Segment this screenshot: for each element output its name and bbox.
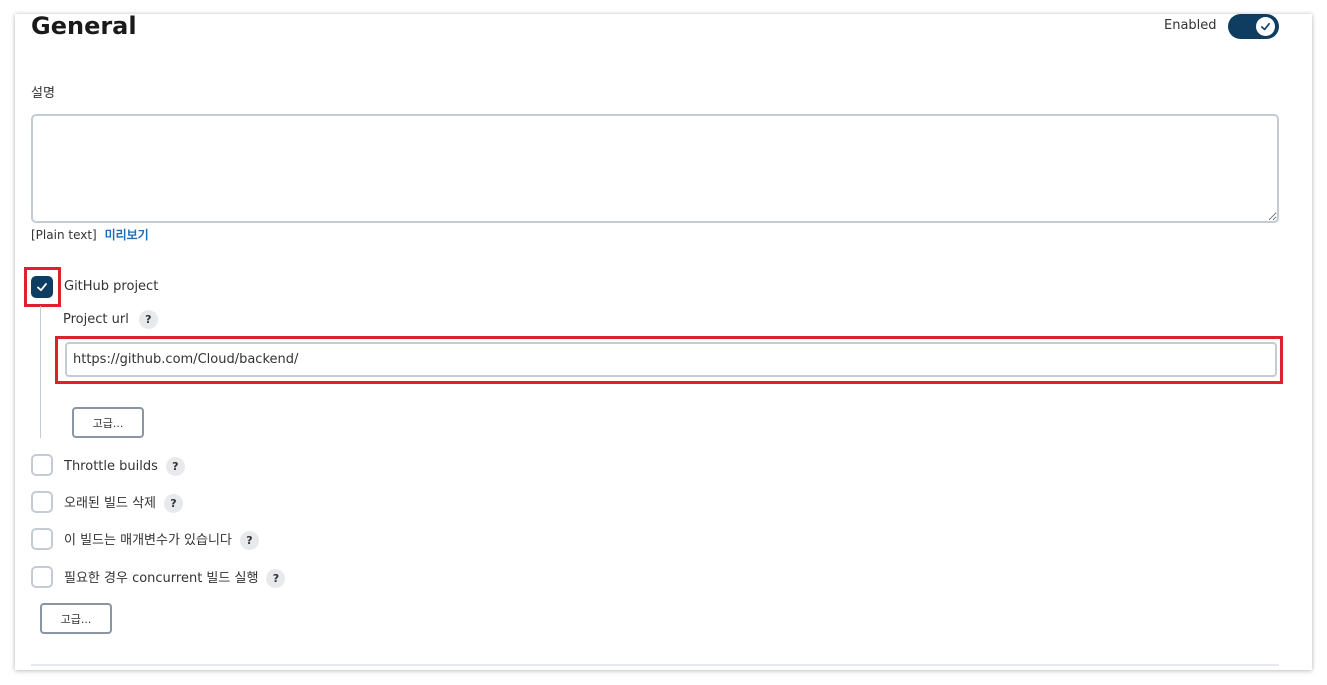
github-project-label[interactable]: GitHub project: [64, 279, 158, 295]
concurrent-builds-label[interactable]: 필요한 경우 concurrent 빌드 실행: [64, 571, 258, 586]
help-icon[interactable]: ?: [266, 569, 286, 588]
preview-link[interactable]: 미리보기: [105, 228, 149, 242]
parameterized-build-option[interactable]: 이 빌드는 매개변수가 있습니다?: [64, 531, 259, 550]
help-icon[interactable]: ?: [164, 494, 183, 513]
general-section-panel: General Enabled 설명 [Plain text] 미리보기 Git…: [15, 14, 1312, 670]
throttle-builds-option[interactable]: Throttle builds?: [64, 457, 185, 476]
description-textarea[interactable]: [31, 114, 1279, 223]
help-icon[interactable]: ?: [165, 457, 185, 476]
throttle-builds-label[interactable]: Throttle builds: [64, 459, 158, 474]
concurrent-builds-checkbox[interactable]: [31, 566, 53, 588]
project-url-label-text: Project url: [63, 312, 129, 327]
help-icon[interactable]: ?: [239, 531, 259, 550]
format-note: [Plain text]: [31, 228, 97, 242]
github-project-checkbox[interactable]: [31, 276, 53, 298]
discard-old-builds-option[interactable]: 오래된 빌드 삭제?: [64, 494, 183, 513]
discard-old-builds-label[interactable]: 오래된 빌드 삭제: [64, 496, 156, 511]
enabled-toggle[interactable]: [1228, 14, 1279, 39]
throttle-builds-checkbox[interactable]: [31, 454, 53, 476]
toggle-knob: [1256, 17, 1275, 36]
check-icon: [1261, 22, 1270, 31]
description-format-row: [Plain text] 미리보기: [31, 227, 149, 243]
parameterized-build-checkbox[interactable]: [31, 528, 53, 550]
project-url-label: Project url?: [63, 310, 158, 329]
project-url-input[interactable]: [65, 342, 1277, 377]
github-advanced-button[interactable]: 고급...: [72, 407, 144, 438]
description-label: 설명: [31, 86, 55, 101]
section-title: General: [31, 14, 137, 40]
parameterized-build-label[interactable]: 이 빌드는 매개변수가 있습니다: [64, 533, 232, 548]
enabled-label: Enabled: [1164, 18, 1217, 33]
check-icon: [37, 283, 47, 292]
concurrent-builds-option[interactable]: 필요한 경우 concurrent 빌드 실행?: [64, 569, 286, 588]
help-icon[interactable]: ?: [138, 310, 158, 329]
advanced-button[interactable]: 고급...: [40, 603, 112, 634]
nested-indent-line: [40, 306, 41, 438]
discard-old-builds-checkbox[interactable]: [31, 491, 53, 513]
section-divider: [31, 664, 1279, 666]
